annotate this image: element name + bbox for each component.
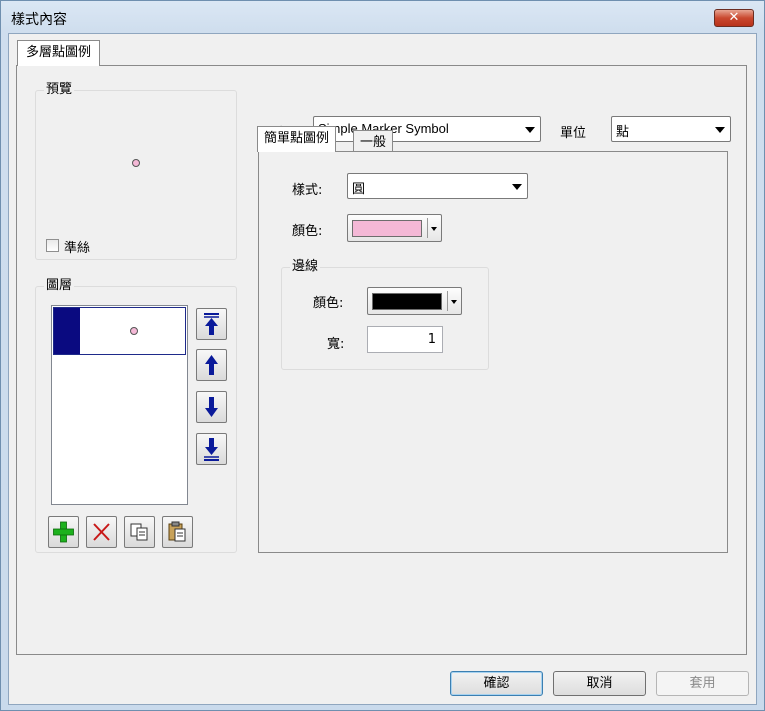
tab-panel: 預覽 準絲 圖層 Simple Marker Symbol 單位 點 簡單點圖例…	[16, 65, 747, 655]
outline-title: 邊線	[290, 259, 321, 275]
style-label: 樣式:	[292, 183, 323, 198]
delete-x-icon	[93, 523, 110, 541]
title-bar: 樣式內容 ✕	[1, 1, 764, 33]
preview-title: 預覽	[44, 82, 75, 98]
layer-list[interactable]	[51, 305, 188, 505]
copy-layer-button[interactable]	[124, 516, 155, 548]
dialog-body: 多層點圖例 預覽 準絲 圖層 Simple Marker Symbol 單位 點…	[8, 33, 757, 705]
outline-group: 邊線 顏色: 寬: 1	[281, 259, 489, 370]
divider	[447, 291, 448, 311]
close-button[interactable]: ✕	[714, 9, 754, 27]
layers-group: 圖層	[35, 278, 237, 553]
layer-row[interactable]	[53, 307, 186, 355]
paste-icon	[168, 521, 186, 542]
outline-color-label: 顏色:	[313, 296, 344, 311]
unit-label: 單位	[560, 126, 587, 141]
layer-selection-swatch	[54, 308, 80, 354]
tab-multilayer-point-legend[interactable]: 多層點圖例	[17, 40, 101, 66]
fill-color-label: 顏色:	[292, 224, 323, 239]
symbol-properties-panel: 樣式: 圓 顏色: 邊線 顏色: 寬: 1	[258, 151, 728, 553]
delete-layer-button[interactable]	[86, 516, 117, 548]
width-label: 寬:	[327, 337, 345, 352]
move-to-top-icon	[204, 313, 219, 335]
window-title: 樣式內容	[11, 12, 67, 28]
move-up-icon	[205, 355, 218, 375]
plus-icon	[53, 521, 74, 543]
apply-button[interactable]: 套用	[656, 671, 749, 696]
style-select-value: 圓	[352, 182, 366, 197]
cancel-button[interactable]: 取消	[553, 671, 646, 696]
move-to-bottom-icon	[204, 438, 219, 461]
copy-icon	[130, 523, 148, 541]
chevron-down-icon	[451, 300, 457, 304]
move-down-button[interactable]	[196, 391, 227, 423]
add-layer-button[interactable]	[48, 516, 79, 548]
type-select[interactable]: Simple Marker Symbol	[313, 116, 541, 142]
chevron-down-icon	[431, 227, 437, 231]
preview-marker	[132, 159, 140, 167]
move-down-icon	[205, 397, 218, 417]
fill-color-picker[interactable]	[347, 214, 442, 242]
unit-select[interactable]: 點	[611, 116, 731, 142]
fill-color-swatch	[352, 220, 422, 237]
chevron-down-icon	[512, 184, 522, 190]
move-to-bottom-button[interactable]	[196, 433, 227, 465]
style-select[interactable]: 圓	[347, 173, 528, 199]
move-up-button[interactable]	[196, 349, 227, 381]
layers-title: 圖層	[44, 278, 75, 294]
dialog-window: 樣式內容 ✕ 多層點圖例 預覽 準絲 圖層 Simple Marker Symb…	[0, 0, 765, 711]
width-value: 1	[427, 332, 436, 347]
unit-select-value: 點	[616, 125, 630, 140]
chevron-down-icon	[715, 127, 725, 133]
tab-simple-marker[interactable]: 簡單點圖例	[257, 126, 337, 152]
ok-button[interactable]: 確認	[450, 671, 543, 696]
chevron-down-icon	[525, 127, 535, 133]
preview-group: 預覽 準絲	[35, 82, 237, 260]
width-input[interactable]: 1	[367, 326, 443, 353]
divider	[427, 218, 428, 238]
move-to-top-button[interactable]	[196, 308, 227, 340]
layer-marker-preview	[130, 327, 138, 335]
outline-color-picker[interactable]	[367, 287, 462, 315]
smooth-label: 準絲	[64, 241, 91, 256]
smooth-checkbox[interactable]	[46, 239, 59, 252]
outline-color-swatch	[372, 293, 442, 310]
paste-layer-button[interactable]	[162, 516, 193, 548]
